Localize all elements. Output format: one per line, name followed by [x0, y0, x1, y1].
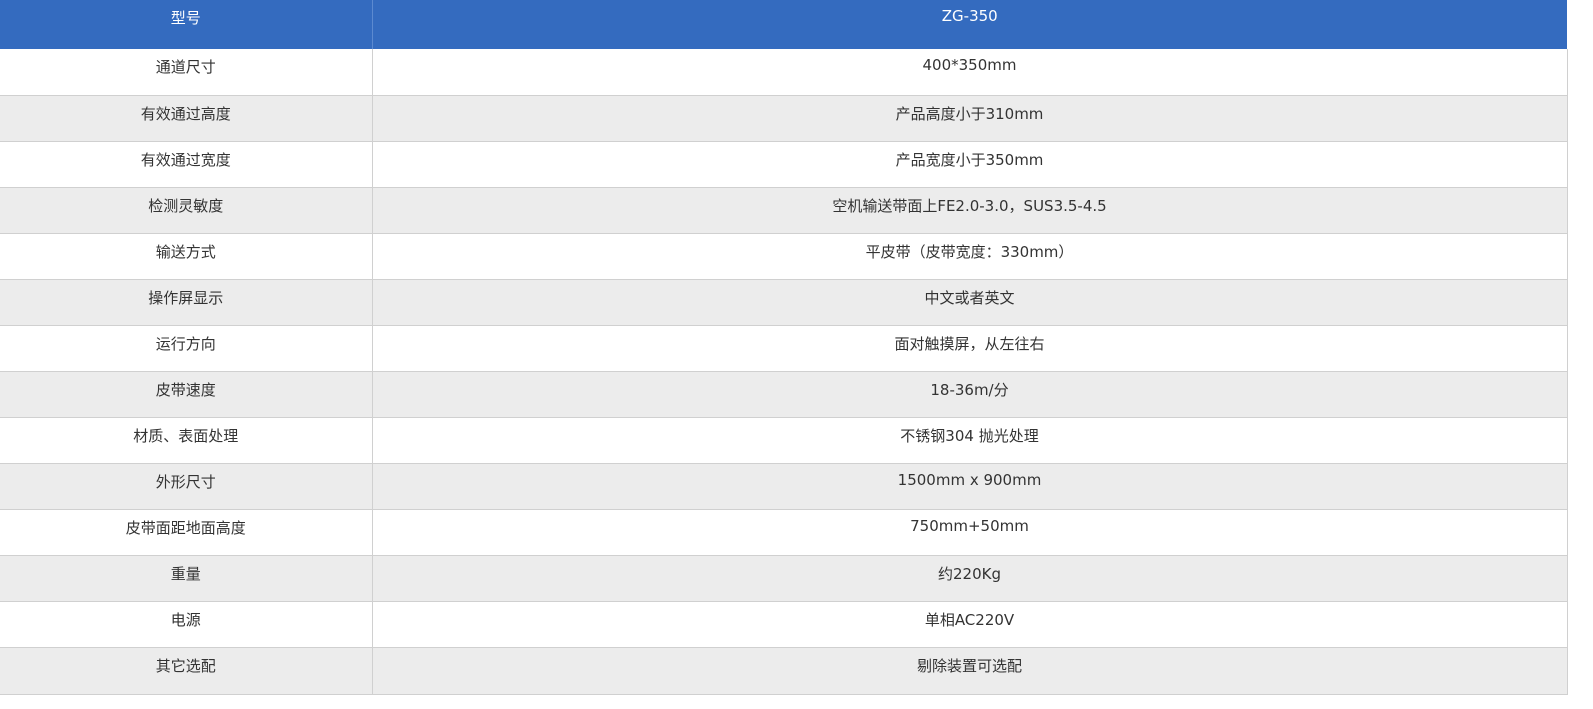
table-row: 材质、表面处理 不锈钢304 抛光处理 — [0, 417, 1568, 464]
row-label: 操作屏显示 — [0, 279, 373, 326]
row-label: 材质、表面处理 — [0, 417, 373, 464]
row-value: 产品宽度小于350mm — [372, 141, 1568, 188]
header-label-cell: 型号 — [0, 0, 373, 49]
row-label: 电源 — [0, 601, 373, 648]
row-value: 中文或者英文 — [372, 279, 1568, 326]
table-row: 外形尺寸 1500mm x 900mm — [0, 463, 1568, 510]
row-value: 18-36m/分 — [372, 371, 1568, 418]
table-row: 操作屏显示 中文或者英文 — [0, 279, 1568, 326]
row-label: 皮带速度 — [0, 371, 373, 418]
row-value: 平皮带（皮带宽度：330mm） — [372, 233, 1568, 280]
row-value: 400*350mm — [372, 49, 1568, 96]
row-label: 外形尺寸 — [0, 463, 373, 510]
row-value: 空机输送带面上FE2.0-3.0，SUS3.5-4.5 — [372, 187, 1568, 234]
row-value: 面对触摸屏，从左往右 — [372, 325, 1568, 372]
table-row: 有效通过高度 产品高度小于310mm — [0, 95, 1568, 142]
table-row: 皮带面距地面高度 750mm+50mm — [0, 509, 1568, 556]
row-label: 有效通过高度 — [0, 95, 373, 142]
row-label: 运行方向 — [0, 325, 373, 372]
table-row: 通道尺寸 400*350mm — [0, 49, 1568, 96]
row-value: 单相AC220V — [372, 601, 1568, 648]
header-model-cell: ZG-350 — [372, 0, 1567, 49]
row-value: 750mm+50mm — [372, 509, 1568, 556]
row-value: 1500mm x 900mm — [372, 463, 1568, 510]
row-value: 剔除装置可选配 — [372, 647, 1568, 695]
row-label: 皮带面距地面高度 — [0, 509, 373, 556]
row-label: 输送方式 — [0, 233, 373, 280]
row-value: 产品高度小于310mm — [372, 95, 1568, 142]
header-row: 型号 ZG-350 — [0, 0, 1567, 49]
row-value: 约220Kg — [372, 555, 1568, 602]
table-row: 皮带速度 18-36m/分 — [0, 371, 1568, 418]
table-row: 输送方式 平皮带（皮带宽度：330mm） — [0, 233, 1568, 280]
row-label: 检测灵敏度 — [0, 187, 373, 234]
table-header: 型号 ZG-350 — [0, 0, 1567, 49]
table-row: 电源 单相AC220V — [0, 601, 1568, 648]
row-label: 其它选配 — [0, 647, 373, 695]
table-row: 运行方向 面对触摸屏，从左往右 — [0, 325, 1568, 372]
table-row: 其它选配 剔除装置可选配 — [0, 647, 1568, 695]
row-label: 有效通过宽度 — [0, 141, 373, 188]
row-value: 不锈钢304 抛光处理 — [372, 417, 1568, 464]
table-row: 检测灵敏度 空机输送带面上FE2.0-3.0，SUS3.5-4.5 — [0, 187, 1568, 234]
spec-table: 型号 ZG-350 通道尺寸 400*350mm 有效通过高度 产品高度小于31… — [0, 0, 1568, 695]
table-row: 有效通过宽度 产品宽度小于350mm — [0, 141, 1568, 188]
table-body: 通道尺寸 400*350mm 有效通过高度 产品高度小于310mm 有效通过宽度… — [0, 49, 1568, 695]
row-label: 通道尺寸 — [0, 49, 373, 96]
row-label: 重量 — [0, 555, 373, 602]
table-row: 重量 约220Kg — [0, 555, 1568, 602]
